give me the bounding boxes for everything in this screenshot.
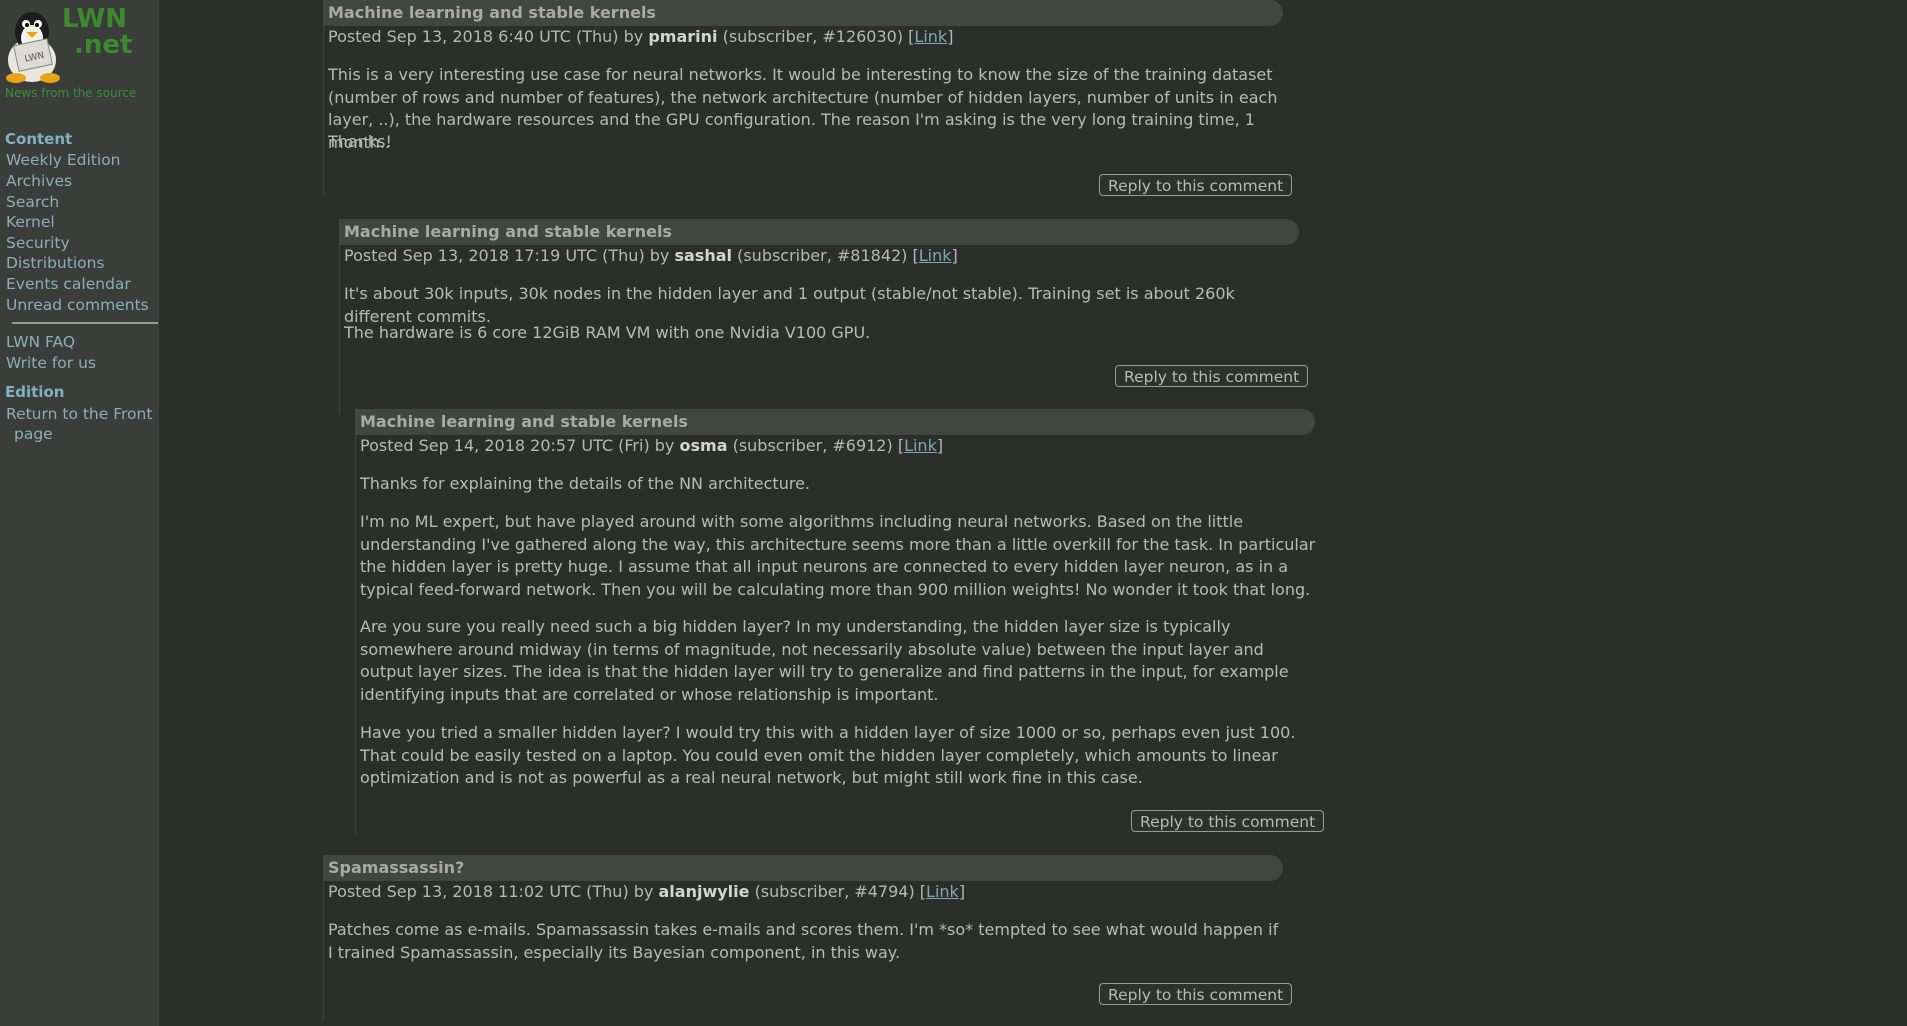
nav-link-return-line1: Return to the Front	[6, 405, 153, 423]
site-logo[interactable]: LWN LWN .net	[0, 0, 159, 100]
comment-author: osma	[679, 436, 728, 455]
comment-meta: Posted Sep 14, 2018 20:57 UTC (Fri) by o…	[360, 436, 944, 455]
sidebar: LWN LWN .net News from the source Conten…	[0, 0, 159, 1026]
comment-posted: Posted Sep 13, 2018 17:19 UTC (Thu) by	[344, 246, 670, 265]
comment-posted: Posted Sep 13, 2018 6:40 UTC (Thu) by	[328, 27, 644, 46]
comment-title: Machine learning and stable kernels	[328, 3, 656, 22]
nav-link-unread-comments[interactable]: Unread comments	[6, 296, 149, 314]
nav-link-kernel[interactable]: Kernel	[6, 213, 55, 231]
comment: Machine learning and stable kernels Post…	[355, 409, 1325, 839]
comment-meta: Posted Sep 13, 2018 11:02 UTC (Thu) by a…	[328, 882, 966, 901]
comment-paragraph: Have you tried a smaller hidden layer? I…	[360, 723, 1296, 787]
comment-thread-line	[323, 881, 324, 1021]
comment-subscriber: (subscriber, #126030)	[722, 27, 904, 46]
comment-subscriber: (subscriber, #4794)	[754, 882, 915, 901]
comment-permalink[interactable]: Link	[926, 882, 959, 901]
nav-link-lwn-faq[interactable]: LWN FAQ	[6, 333, 75, 351]
nav-link-weekly-edition[interactable]: Weekly Edition	[6, 151, 121, 169]
comment-permalink[interactable]: Link	[904, 436, 937, 455]
nav-link-search[interactable]: Search	[6, 193, 59, 211]
logo-text: LWN .net	[62, 6, 132, 58]
comment-meta: Posted Sep 13, 2018 6:40 UTC (Thu) by pm…	[328, 27, 954, 46]
comment-title-bar: Spamassassin?	[323, 855, 1283, 881]
comment: Machine learning and stable kernels Post…	[339, 219, 1309, 415]
comment-title-bar: Machine learning and stable kernels	[323, 0, 1283, 26]
comment-author: pmarini	[648, 27, 718, 46]
comment-title: Machine learning and stable kernels	[344, 222, 672, 241]
comment-posted: Posted Sep 14, 2018 20:57 UTC (Fri) by	[360, 436, 675, 455]
nav-link-archives[interactable]: Archives	[6, 172, 72, 190]
nav-link-security[interactable]: Security	[6, 234, 70, 252]
comment-thread-line	[355, 435, 356, 835]
comment-permalink[interactable]: Link	[919, 246, 952, 265]
comment-permalink[interactable]: Link	[914, 27, 947, 46]
reply-button[interactable]: Reply to this comment	[1131, 810, 1325, 832]
nav-link-return-line2: page	[14, 425, 53, 443]
comment-thread-line	[323, 26, 324, 196]
comment-paragraph: The hardware is 6 core 12GiB RAM VM with…	[344, 323, 871, 342]
comment-paragraph: Thanks!	[328, 132, 392, 151]
comment-paragraph: I'm no ML expert, but have played around…	[360, 512, 1316, 599]
tagline: News from the source	[5, 86, 137, 100]
reply-button[interactable]: Reply to this comment	[1099, 983, 1293, 1005]
logo-line2: .net	[74, 30, 133, 60]
comment-thread-line	[339, 245, 340, 415]
comment: Spamassassin? Posted Sep 13, 2018 11:02 …	[323, 855, 1293, 1021]
comment-paragraph: Are you sure you really need such a big …	[360, 617, 1289, 704]
comment-subscriber: (subscriber, #6912)	[732, 436, 893, 455]
comment: Machine learning and stable kernels Post…	[323, 0, 1293, 200]
nav-heading-content: Content	[5, 130, 73, 148]
comment-meta: Posted Sep 13, 2018 17:19 UTC (Thu) by s…	[344, 246, 958, 265]
comment-title-bar: Machine learning and stable kernels	[355, 409, 1315, 435]
nav-link-return-front-page[interactable]: Return to the Front page	[6, 404, 152, 444]
comment-posted: Posted Sep 13, 2018 11:02 UTC (Thu) by	[328, 882, 654, 901]
reply-button[interactable]: Reply to this comment	[1115, 365, 1309, 387]
nav-link-distributions[interactable]: Distributions	[6, 254, 105, 272]
comment-title: Machine learning and stable kernels	[360, 412, 688, 431]
nav-link-write-for-us[interactable]: Write for us	[6, 354, 96, 372]
comment-subscriber: (subscriber, #81842)	[737, 246, 908, 265]
nav-divider	[12, 322, 158, 324]
comment-author: alanjwylie	[658, 882, 750, 901]
comment-paragraph: Thanks for explaining the details of the…	[360, 474, 810, 493]
comment-author: sashal	[674, 246, 732, 265]
nav-link-events-calendar[interactable]: Events calendar	[6, 275, 131, 293]
comment-paragraph: Patches come as e-mails. Spamassassin ta…	[328, 920, 1279, 962]
reply-button[interactable]: Reply to this comment	[1099, 174, 1293, 196]
comment-title: Spamassassin?	[328, 858, 465, 877]
nav-heading-edition: Edition	[5, 383, 65, 401]
comment-title-bar: Machine learning and stable kernels	[339, 219, 1299, 245]
